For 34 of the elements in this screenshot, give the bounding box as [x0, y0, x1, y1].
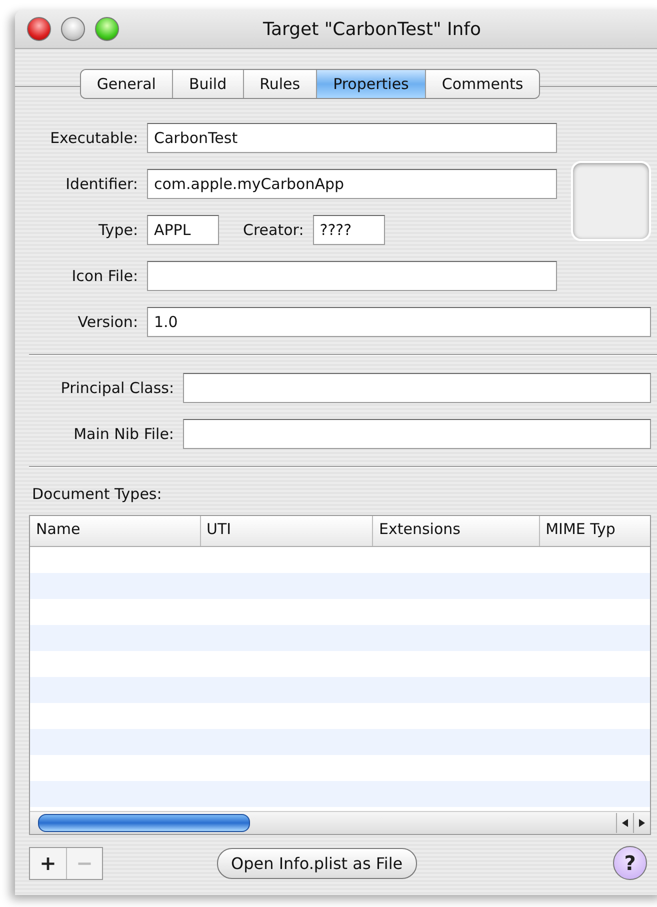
column-header[interactable]: Name [30, 516, 201, 546]
field-label: Identifier: [64, 175, 139, 193]
zoom-button[interactable] [95, 17, 119, 41]
tab[interactable]: Comments [424, 70, 540, 98]
field-label: Type: [97, 221, 139, 239]
text-field[interactable]: ???? [312, 215, 385, 245]
add-button[interactable]: + [30, 848, 66, 878]
help-button[interactable]: ? [613, 846, 647, 880]
tab[interactable]: Rules [242, 70, 316, 98]
section-label: Document Types: [31, 484, 163, 505]
column-header[interactable]: UTI [200, 516, 373, 546]
field-label: Main Nib File: [72, 425, 175, 443]
text-field[interactable]: CarbonTest [147, 123, 557, 153]
text-field[interactable] [183, 419, 651, 449]
text-field[interactable]: com.apple.myCarbonApp [147, 169, 557, 199]
text-field[interactable]: APPL [147, 215, 219, 245]
tab[interactable]: General [80, 70, 172, 98]
text-field[interactable] [183, 373, 651, 403]
tab[interactable]: Build [172, 70, 243, 98]
close-button[interactable] [27, 17, 51, 41]
text-field[interactable]: 1.0 [147, 307, 651, 337]
field-label: Version: [76, 313, 139, 331]
field-label: Icon File: [70, 267, 139, 285]
field-label: Principal Class: [60, 379, 175, 397]
window-title: Target "CarbonTest" Info [262, 18, 482, 40]
open-file-button[interactable]: Open Info.plist as File [217, 848, 417, 878]
tab[interactable]: Properties [316, 70, 425, 98]
horizontal-scrollbar[interactable] [30, 811, 650, 834]
text-field[interactable] [147, 261, 557, 291]
field-label: Creator: [242, 221, 305, 239]
minimize-button[interactable] [61, 17, 85, 41]
field-label: Executable: [49, 129, 139, 147]
column-header[interactable]: Extensions [373, 516, 540, 546]
column-header[interactable]: MIME Typ [540, 516, 650, 546]
